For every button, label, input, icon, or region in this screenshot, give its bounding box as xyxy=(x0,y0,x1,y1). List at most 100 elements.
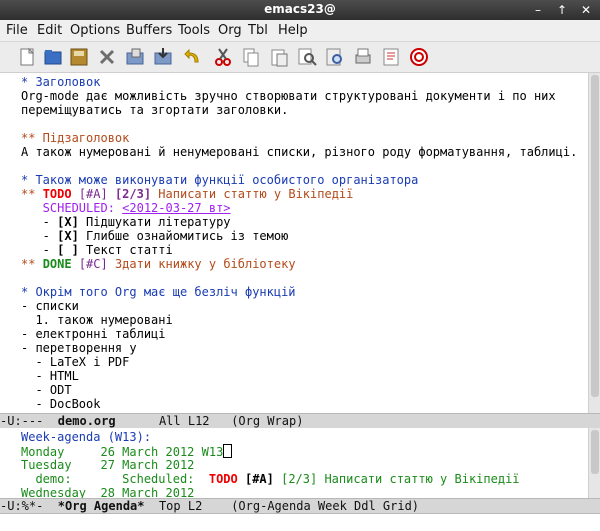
editor-scroll-thumb[interactable] xyxy=(591,75,599,397)
mode-line-info: All L12 (Org Wrap) xyxy=(115,414,304,428)
editor-line: переміщуватись та згортати заголовки. xyxy=(21,103,288,117)
mode-line-bottom: -U:%*- *Org Agenda* Top L2 (Org-Agenda W… xyxy=(0,498,600,514)
editor-text: Підшукати літературу xyxy=(78,215,231,229)
editor-text: DONE xyxy=(42,257,72,271)
editor-line: - списки xyxy=(21,299,79,313)
editor-line: - ODT xyxy=(21,383,72,397)
editor-text: ** xyxy=(21,257,43,271)
agenda-text: TODO xyxy=(208,472,238,486)
undo-icon[interactable] xyxy=(182,46,204,68)
paste-icon[interactable] xyxy=(268,46,290,68)
save-as-icon[interactable] xyxy=(152,46,174,68)
mode-line-buffer: demo.org xyxy=(57,414,116,428)
title-bar: emacs23@ – ↑ ✕ xyxy=(0,0,600,20)
agenda-text: Tuesday 27 March 2012 xyxy=(21,458,195,472)
editor-text: * Заголовок xyxy=(21,75,101,89)
editor-text: - LaTeX і PDF xyxy=(21,355,130,369)
help-icon[interactable] xyxy=(408,46,430,68)
agenda-scrollbar[interactable] xyxy=(588,428,600,498)
new-file-icon[interactable] xyxy=(16,46,38,68)
editor-text: [#A] xyxy=(71,187,108,201)
cut-icon[interactable] xyxy=(212,46,234,68)
agenda-scroll-thumb[interactable] xyxy=(591,430,599,474)
copy-icon[interactable] xyxy=(240,46,262,68)
agenda-line: demo: Scheduled: TODO [#A] [2/3] Написат… xyxy=(21,472,519,486)
mode-line-prefix: -U:--- xyxy=(0,414,58,428)
editor-line: - [ ] Текст статті xyxy=(21,243,173,257)
editor-line: - HTML xyxy=(21,369,79,383)
agenda-text: Week-agenda (W13): xyxy=(21,430,152,444)
editor-text: переміщуватись та згортати заголовки. xyxy=(21,103,289,117)
menu-buffers[interactable]: Buffers xyxy=(126,23,172,38)
editor-text: Org-mode дає можливість зручно створюват… xyxy=(21,89,556,103)
editor-text: Написати статтю у Вікіпедії xyxy=(151,187,354,201)
editor-text: - xyxy=(21,215,58,229)
mode-line-info: Top L2 (Org-Agenda Week Ddl Grid) xyxy=(144,499,420,513)
editor-text: [X] xyxy=(57,229,79,243)
menu-help[interactable]: Help xyxy=(278,23,308,38)
editor-text: [X] xyxy=(57,215,79,229)
menu-tools[interactable]: Tools xyxy=(178,23,210,38)
editor-text: - HTML xyxy=(21,369,79,383)
editor-line: ** TODO [#A] [2/3] Написати статтю у Вік… xyxy=(21,187,353,201)
editor-text: - списки xyxy=(21,299,79,313)
editor-text: [#C] xyxy=(71,257,108,271)
editor-text: ** xyxy=(21,187,43,201)
window-title: emacs23@ xyxy=(264,2,336,16)
maximize-up-button[interactable]: ↑ xyxy=(554,2,570,18)
agenda-text: demo: Scheduled: xyxy=(21,472,209,486)
editor-text: * Також може виконувати функції особисто… xyxy=(21,173,419,187)
agenda-line: Week-agenda (W13): xyxy=(21,430,151,444)
minimize-button[interactable]: – xyxy=(530,2,546,18)
editor-line: ** DONE [#C] Здати книжку у бібліотеку xyxy=(21,257,296,271)
editor-line: ** Підзаголовок xyxy=(21,131,129,145)
editor-text: - xyxy=(21,243,58,257)
editor-text: ** Підзаголовок xyxy=(21,131,130,145)
editor-text: Текст статті xyxy=(78,243,173,257)
agenda-line: Wednesday 28 March 2012 xyxy=(21,486,194,498)
editor-text: - DocBook xyxy=(21,397,101,411)
close-window-button[interactable]: ✕ xyxy=(578,2,594,18)
open-folder-icon[interactable] xyxy=(42,46,64,68)
agenda-line: Tuesday 27 March 2012 xyxy=(21,458,194,472)
org-buffer[interactable]: * Заголовок Org-mode дає можливість зручн… xyxy=(0,73,588,414)
editor-text: - електронні таблиці xyxy=(21,327,166,341)
text-cursor xyxy=(223,444,233,458)
editor-line: * Також може виконувати функції особисто… xyxy=(21,173,418,187)
menu-options[interactable]: Options xyxy=(70,23,120,38)
editor-line: 1. також нумеровані xyxy=(21,313,173,327)
editor-text: - xyxy=(21,229,58,243)
menu-file[interactable]: File xyxy=(6,23,28,38)
menu-tbl[interactable]: Tbl xyxy=(248,23,268,38)
editor-text: TODO xyxy=(42,187,72,201)
menu-edit[interactable]: Edit xyxy=(37,23,62,38)
editor-line: - LaTeX і PDF xyxy=(21,355,129,369)
editor-line: SCHEDULED: <2012-03-27 вт> xyxy=(21,201,231,215)
find-icon[interactable] xyxy=(324,46,346,68)
agenda-line: Monday 26 March 2012 W13 xyxy=(21,444,233,459)
search-icon[interactable] xyxy=(296,46,318,68)
agenda-text: [#A] xyxy=(237,472,274,486)
editor-line: - [X] Глибше ознайомитись із темою xyxy=(21,229,289,243)
editor-text: Глибше ознайомитись із темою xyxy=(78,229,289,243)
print-icon[interactable] xyxy=(352,46,374,68)
preferences-icon[interactable] xyxy=(380,46,402,68)
editor-text: - ODT xyxy=(21,383,72,397)
editor-text: 1. також нумеровані xyxy=(21,313,173,327)
emacs-window: emacs23@ – ↑ ✕ File Edit Options Buffers… xyxy=(0,0,600,531)
editor-line: - [X] Підшукати літературу xyxy=(21,215,231,229)
close-icon[interactable] xyxy=(96,46,118,68)
editor-line: - перетворення у xyxy=(21,341,137,355)
agenda-text: Wednesday 28 March 2012 xyxy=(21,486,195,498)
folder-save-icon[interactable] xyxy=(124,46,146,68)
agenda-text: Monday 26 March 2012 W13 xyxy=(21,445,224,459)
editor-text: [ ] xyxy=(57,243,79,257)
save-icon[interactable] xyxy=(68,46,90,68)
editor-line: А також нумеровані й ненумеровані списки… xyxy=(21,145,577,159)
menu-org[interactable]: Org xyxy=(218,23,242,38)
editor-text: SCHEDULED: xyxy=(21,201,123,215)
mode-line-prefix: -U:%*- xyxy=(0,499,58,513)
agenda-buffer[interactable]: Week-agenda (W13): Monday 26 March 2012 W… xyxy=(0,428,588,498)
editor-text: Здати книжку у бібліотеку xyxy=(107,257,296,271)
editor-scrollbar[interactable] xyxy=(588,73,600,414)
